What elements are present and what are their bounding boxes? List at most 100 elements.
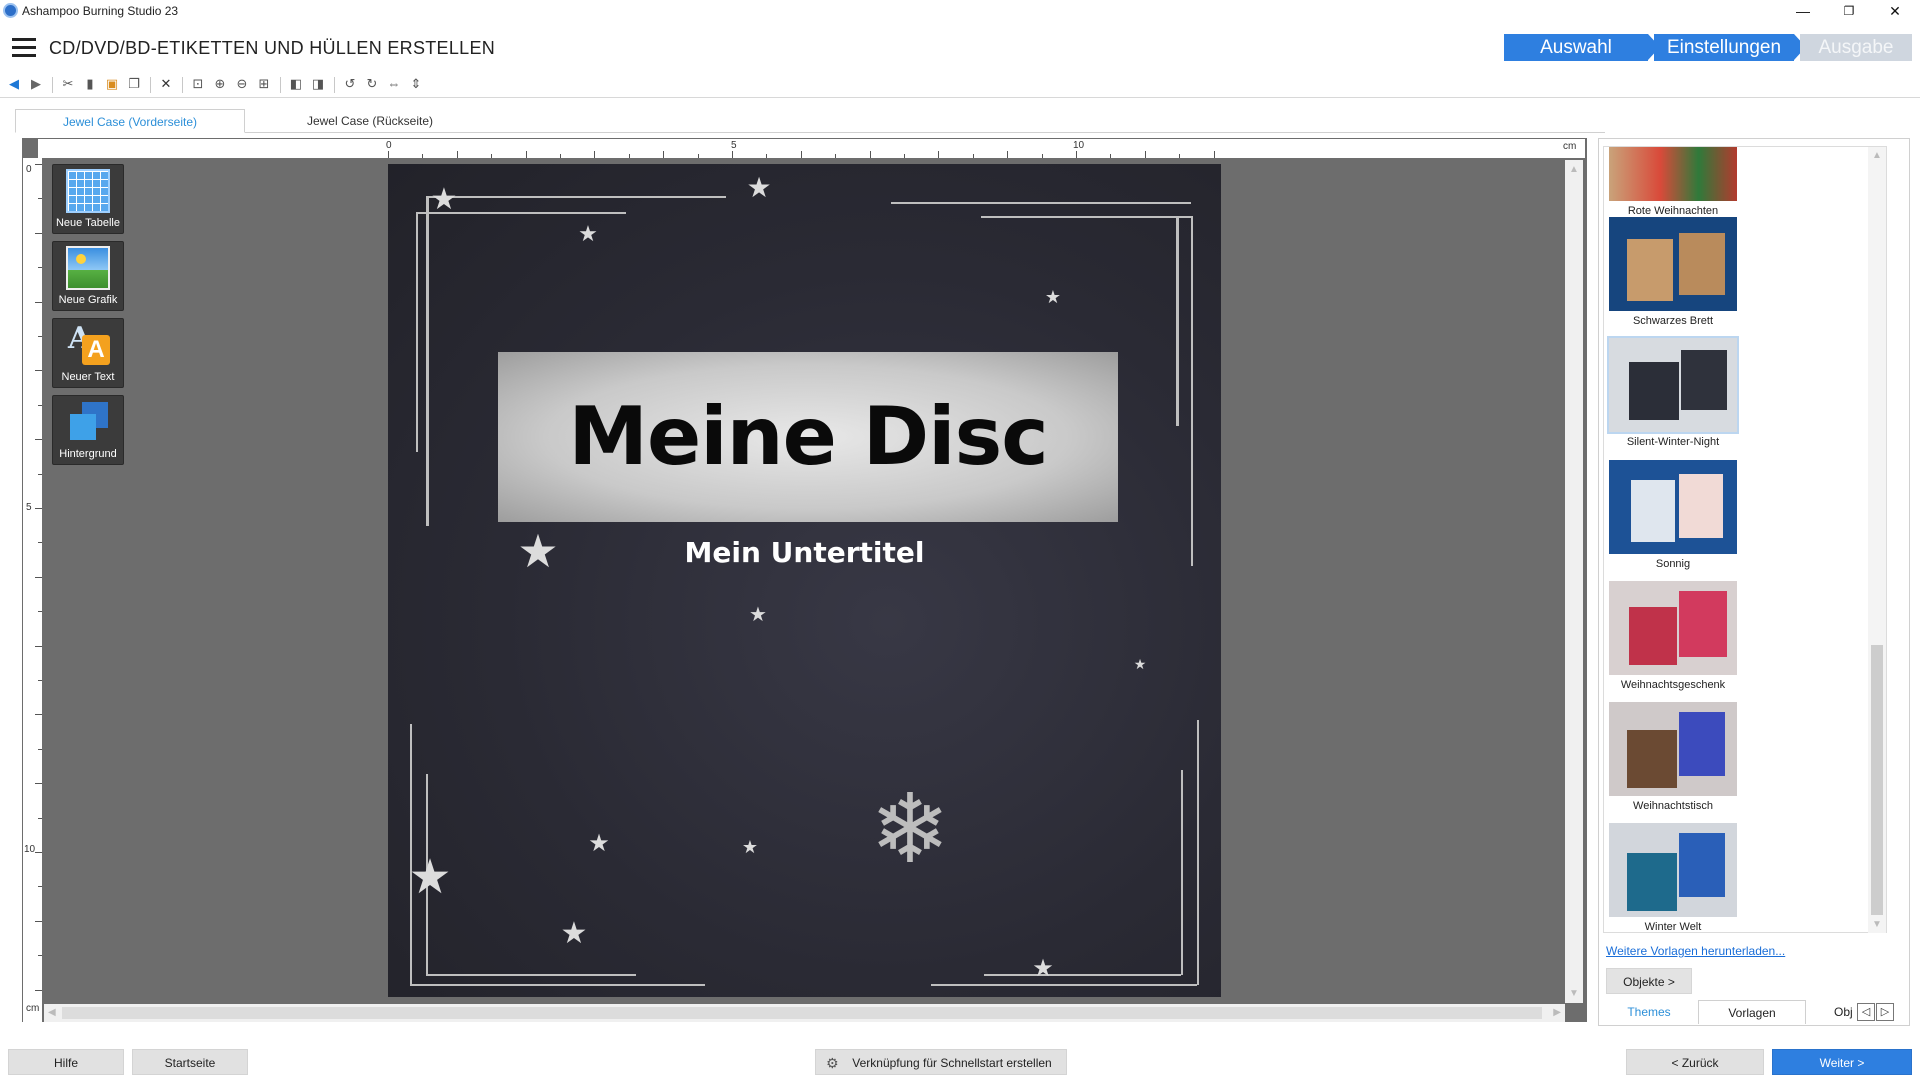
back-icon[interactable]: ◀ <box>6 76 22 92</box>
ruler-tick <box>663 151 665 158</box>
background-tool[interactable]: Hintergrund <box>52 395 124 465</box>
disc-subtitle[interactable]: Mein Untertitel <box>388 536 1221 569</box>
design-canvas[interactable]: ★ ★ ★ ★ ★ ★ ★ ★ ★ ★ ★ ★ ❄ Meine Disc Mei… <box>388 164 1221 997</box>
paste-icon[interactable]: ▣ <box>104 76 120 92</box>
template-weihnachtstisch[interactable]: Weihnachtstisch <box>1609 702 1737 812</box>
template-schwarzes-brett[interactable]: Schwarzes Brett <box>1609 217 1737 327</box>
tab-themes[interactable]: Themes <box>1600 1000 1698 1024</box>
zoom-page-icon[interactable]: ⊞ <box>256 76 272 92</box>
step-einstellungen[interactable]: Einstellungen <box>1654 34 1794 61</box>
ruler-tick <box>38 542 42 544</box>
ruler-tick <box>388 151 389 158</box>
templates-scroll-thumb[interactable] <box>1871 645 1883 915</box>
ruler-tick <box>594 151 596 158</box>
objects-button[interactable]: Objekte > <box>1606 968 1692 994</box>
delete-icon[interactable]: ▮ <box>82 76 98 92</box>
zoom-fit-icon[interactable]: ⊡ <box>190 76 206 92</box>
ruler-tick <box>38 955 42 957</box>
tab-scroll-left-icon[interactable]: ◁ <box>1857 1003 1875 1021</box>
back-button[interactable]: < Zurück <box>1626 1049 1764 1075</box>
ruler-tick <box>628 154 630 158</box>
step-auswahl[interactable]: Auswahl <box>1504 34 1648 61</box>
templates-list[interactable]: Rote Weihnachten Schwarzes Brett Silent-… <box>1603 146 1887 933</box>
forward-icon[interactable]: ▶ <box>28 76 44 92</box>
zoom-out-icon[interactable]: ⊖ <box>234 76 250 92</box>
window-title: Ashampoo Burning Studio 23 <box>22 4 179 18</box>
remove-icon[interactable]: ✕ <box>158 76 174 92</box>
ruler-tick <box>1110 154 1112 158</box>
ruler-tick <box>491 154 493 158</box>
shortcut-button[interactable]: ⚙ Verknüpfung für Schnellstart erstellen <box>815 1049 1067 1075</box>
tab-scroll-right-icon[interactable]: ▷ <box>1876 1003 1894 1021</box>
ruler-tick <box>38 336 42 337</box>
tool-label: Neue Grafik <box>58 294 118 306</box>
tool-label: Neuer Text <box>61 371 115 383</box>
more-templates-link[interactable]: Weitere Vorlagen herunterladen... <box>1606 944 1785 958</box>
canvas-vertical-scrollbar[interactable]: ▲ ▼ <box>1565 160 1583 1003</box>
cut-icon[interactable]: ✂ <box>60 76 76 92</box>
scroll-left-icon[interactable]: ◀ <box>48 1007 56 1018</box>
scroll-down-icon[interactable]: ▼ <box>1872 919 1882 930</box>
rotate-right-icon[interactable]: ↻ <box>364 76 380 92</box>
ruler-tick <box>766 154 768 158</box>
tool-label: Neue Tabelle <box>55 217 120 229</box>
template-sonnig[interactable]: Sonnig <box>1609 460 1737 570</box>
ruler-tick <box>38 611 42 613</box>
ruler-tick <box>38 404 42 406</box>
template-silent-winter-night[interactable]: Silent-Winter-Night <box>1607 336 1739 448</box>
tab-vorlagen[interactable]: Vorlagen <box>1698 1000 1806 1024</box>
ruler-tick <box>422 154 424 158</box>
star-icon: ★ <box>408 851 452 904</box>
title-textbox[interactable]: Meine Disc <box>498 352 1118 522</box>
scroll-up-icon[interactable]: ▲ <box>1872 150 1882 161</box>
ruler-tick <box>38 680 42 681</box>
tab-back[interactable]: Jewel Case (Rückseite) <box>255 109 485 133</box>
ruler-tick <box>35 852 42 853</box>
close-button[interactable]: ✕ <box>1872 0 1918 22</box>
tab-front[interactable]: Jewel Case (Vorderseite) <box>15 109 245 133</box>
ruler-tick <box>835 154 837 158</box>
ruler-tick <box>456 151 458 158</box>
zoom-in-icon[interactable]: ⊕ <box>212 76 228 92</box>
star-icon: ★ <box>1044 287 1062 307</box>
bring-front-icon[interactable]: ◧ <box>288 76 304 92</box>
ruler-tick <box>38 473 42 475</box>
ruler-tick <box>38 886 42 888</box>
tool-label: Hintergrund <box>59 448 117 460</box>
ruler-tick <box>35 783 42 785</box>
tab-objekte[interactable]: Obj <box>1834 1000 1858 1024</box>
scroll-up-icon[interactable]: ▲ <box>1569 164 1579 175</box>
minimize-button[interactable]: — <box>1780 0 1826 22</box>
vertical-ruler: 0 5 10 cm <box>23 158 42 1022</box>
copy-icon[interactable]: ❐ <box>126 76 142 92</box>
help-button[interactable]: Hilfe <box>8 1049 124 1075</box>
background-icon <box>66 400 110 444</box>
step-ausgabe[interactable]: Ausgabe <box>1800 34 1912 61</box>
new-text-tool[interactable]: A A Neuer Text <box>52 318 124 388</box>
ruler-label: 10 <box>1073 140 1085 151</box>
ruler-tick <box>35 714 42 716</box>
ruler-tick <box>35 164 42 165</box>
template-weihnachtsgeschenk[interactable]: Weihnachtsgeschenk <box>1609 581 1737 691</box>
ruler-tick <box>904 154 905 158</box>
send-back-icon[interactable]: ◨ <box>310 76 326 92</box>
scroll-down-icon[interactable]: ▼ <box>1569 988 1579 999</box>
flip-horizontal-icon[interactable]: ⇔ <box>386 76 402 92</box>
new-table-tool[interactable]: Neue Tabelle <box>52 164 124 234</box>
home-button[interactable]: Startseite <box>132 1049 248 1075</box>
rotate-left-icon[interactable]: ↺ <box>342 76 358 92</box>
disc-title[interactable]: Meine Disc <box>498 352 1118 522</box>
ruler-tick <box>35 370 42 372</box>
new-image-tool[interactable]: Neue Grafik <box>52 241 124 311</box>
restore-button[interactable]: ❐ <box>1826 0 1872 22</box>
flip-vertical-icon[interactable]: ⇕ <box>408 76 424 92</box>
next-button[interactable]: Weiter > <box>1772 1049 1912 1075</box>
menu-icon[interactable] <box>12 38 36 58</box>
scroll-right-icon[interactable]: ▶ <box>1553 1007 1561 1018</box>
ruler-tick <box>38 817 42 819</box>
canvas-horizontal-scrollbar[interactable]: ◀ ▶ <box>44 1004 1565 1022</box>
scroll-thumb[interactable] <box>62 1007 1542 1019</box>
template-rote-weihnachten[interactable]: Rote Weihnachten <box>1609 147 1737 217</box>
ruler-tick <box>732 151 733 158</box>
template-winter-welt[interactable]: Winter Welt <box>1609 823 1737 932</box>
